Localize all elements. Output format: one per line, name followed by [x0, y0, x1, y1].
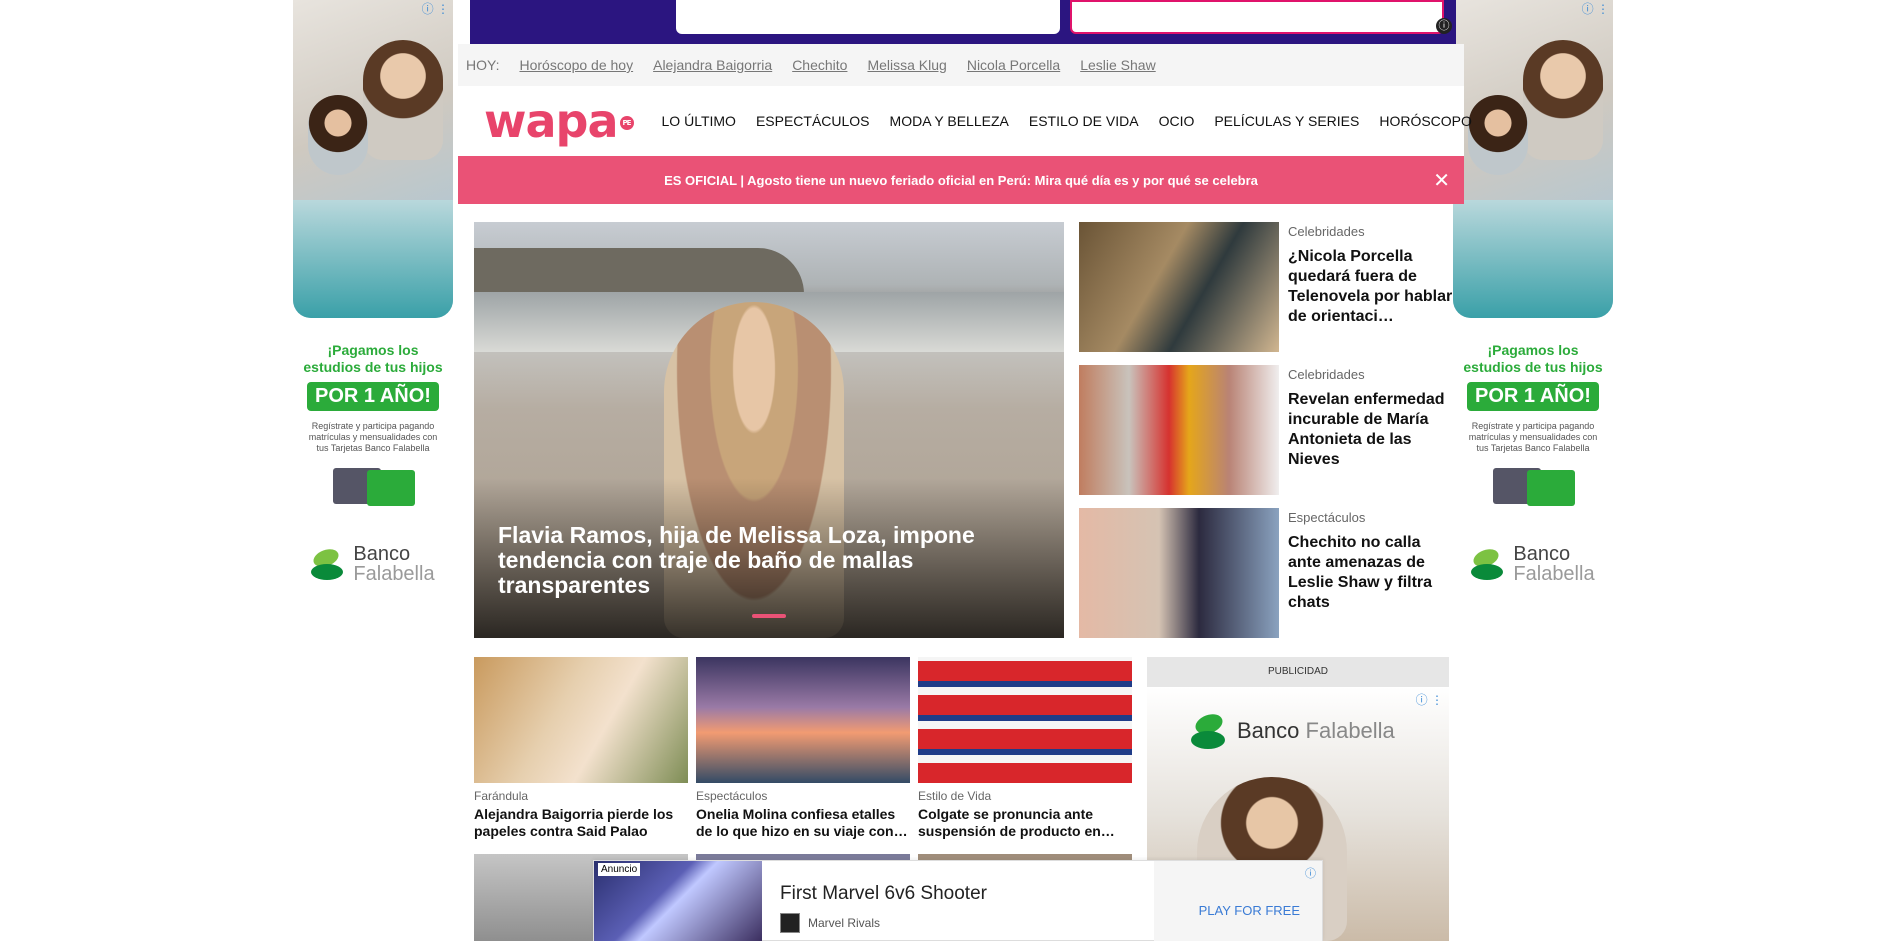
ad-brand: Marvel Rivals [780, 913, 880, 933]
publicidad-label: PUBLICIDAD [1147, 657, 1449, 687]
article-thumbnail[interactable] [1079, 365, 1279, 495]
falabella-leaf-icon [1471, 546, 1507, 582]
list-item[interactable]: Espectáculos Chechito no calla ante amen… [1079, 508, 1455, 638]
article-category[interactable]: Estilo de Vida [918, 789, 1132, 803]
banco-falabella-logo: Banco Falabella [1191, 711, 1395, 751]
ad-info-icon[interactable]: ⓘ ⋮ [422, 0, 449, 17]
ad-headline[interactable]: First Marvel 6v6 Shooter [780, 883, 987, 905]
list-item[interactable]: Celebridades ¿Nicola Porcella quedará fu… [1079, 222, 1455, 352]
nav-item-estilo-vida[interactable]: ESTILO DE VIDA [1029, 113, 1139, 129]
ad-badge: POR 1 AÑO! [307, 382, 439, 411]
main-nav: LO ÚLTIMO ESPECTÁCULOS MODA Y BELLEZA ES… [662, 113, 1472, 129]
list-item[interactable]: Celebridades Revelan enfermedad incurabl… [1079, 365, 1455, 495]
ad-small-text: Regístrate y participa pagando matrícula… [1468, 421, 1598, 453]
ad-tag: Anuncio [598, 863, 641, 876]
ad-line1: ¡Pagamos los [327, 342, 419, 358]
article-thumbnail[interactable] [696, 657, 910, 783]
nav-item-horoscopo[interactable]: HORÓSCOPO [1379, 113, 1472, 129]
ad-info-icon[interactable]: ⓘ [1436, 18, 1452, 34]
article-title[interactable]: Onelia Molina confiesa etalles de lo que… [696, 806, 910, 840]
trending-link[interactable]: Melissa Klug [867, 57, 946, 73]
ad-info-icon[interactable]: ⓘ ⋮ [1416, 691, 1443, 708]
nav-item-espectaculos[interactable]: ESPECTÁCULOS [756, 113, 870, 129]
featured-list: Celebridades ¿Nicola Porcella quedará fu… [1079, 222, 1455, 651]
article-title[interactable]: Chechito no calla ante amenazas de Lesli… [1288, 533, 1455, 613]
article-category[interactable]: Farándula [474, 789, 688, 803]
trending-link[interactable]: Nicola Porcella [967, 57, 1060, 73]
ad-line2: estudios de tus hijos [303, 359, 443, 375]
trending-link[interactable]: Alejandra Baigorria [653, 57, 772, 73]
trending-link[interactable]: Chechito [792, 57, 847, 73]
article-card[interactable]: Espectáculos Onelia Molina confiesa etal… [696, 657, 910, 840]
article-thumbnail[interactable] [1079, 508, 1279, 638]
ad-line2: estudios de tus hijos [1463, 359, 1603, 375]
cards-image [1493, 468, 1575, 508]
nav-item-lo-ultimo[interactable]: LO ÚLTIMO [662, 113, 736, 129]
wapa-logo[interactable]: wapa PE [484, 98, 634, 144]
article-category[interactable]: Espectáculos [1288, 510, 1455, 525]
right-side-ad[interactable]: ⓘ ⋮ ¡Pagamos los estudios de tus hijos P… [1453, 0, 1613, 600]
trending-label: HOY: [466, 57, 500, 73]
banco-falabella-logo: Banco Falabella [1453, 544, 1613, 584]
carousel-indicator[interactable] [752, 614, 786, 618]
article-title[interactable]: Alejandra Baigorria pierde los papeles c… [474, 806, 688, 840]
article-title[interactable]: Colgate se pronuncia ante suspensión de … [918, 806, 1132, 840]
trending-bar: HOY: Horóscopo de hoy Alejandra Baigorri… [458, 44, 1464, 86]
article-title[interactable]: Revelan enfermedad incurable de María An… [1288, 390, 1455, 470]
breaking-news-bar[interactable]: ES OFICIAL | Agosto tiene un nuevo feria… [458, 156, 1464, 204]
top-banner-ad[interactable]: ⓘ [470, 0, 1456, 44]
article-category[interactable]: Celebridades [1288, 367, 1455, 382]
site-header: wapa PE LO ÚLTIMO ESPECTÁCULOS MODA Y BE… [458, 86, 1472, 156]
ad-small-text: Regístrate y participa pagando matrícula… [308, 421, 438, 453]
trending-link[interactable]: Leslie Shaw [1080, 57, 1156, 73]
left-side-ad[interactable]: ⓘ ⋮ ¡Pagamos los estudios de tus hijos P… [293, 0, 453, 600]
article-thumbnail[interactable] [1079, 222, 1279, 352]
article-thumbnail[interactable] [918, 657, 1132, 783]
nav-item-ocio[interactable]: OCIO [1159, 113, 1195, 129]
ad-photo: ⓘ ⋮ [1453, 0, 1613, 318]
article-title[interactable]: ¿Nicola Porcella quedará fuera de Teleno… [1288, 247, 1455, 327]
play-for-free-button[interactable]: PLAY FOR FREE [1199, 903, 1300, 918]
falabella-leaf-icon [1191, 711, 1231, 751]
hero-article[interactable]: Flavia Ramos, hija de Melissa Loza, impo… [474, 222, 1064, 638]
nav-item-peliculas-series[interactable]: PELÍCULAS Y SERIES [1214, 113, 1359, 129]
ad-info-icon[interactable]: ⓘ ⋮ [1582, 0, 1609, 17]
falabella-leaf-icon [311, 546, 347, 582]
ad-photo: ⓘ ⋮ [293, 0, 453, 318]
page: ⓘ ⋮ ¡Pagamos los estudios de tus hijos P… [0, 0, 1902, 941]
brand-logo-icon [780, 913, 800, 933]
nav-item-moda-belleza[interactable]: MODA Y BELLEZA [890, 113, 1009, 129]
close-icon[interactable]: ✕ [1433, 168, 1450, 193]
trending-link[interactable]: Horóscopo de hoy [519, 57, 633, 73]
ad-badge: POR 1 AÑO! [1467, 382, 1599, 411]
ad-line1: ¡Pagamos los [1487, 342, 1579, 358]
breaking-text[interactable]: ES OFICIAL | Agosto tiene un nuevo feria… [664, 173, 1258, 188]
article-category[interactable]: Espectáculos [696, 789, 910, 803]
hero-title[interactable]: Flavia Ramos, hija de Melissa Loza, impo… [498, 523, 1038, 598]
bottom-sticky-ad[interactable]: Anuncio First Marvel 6v6 Shooter Marvel … [593, 860, 1323, 941]
article-card[interactable]: Estilo de Vida Colgate se pronuncia ante… [918, 657, 1132, 840]
article-card[interactable]: Farándula Alejandra Baigorria pierde los… [474, 657, 688, 840]
ad-info-icon[interactable]: ⓘ [1305, 865, 1316, 881]
ad-thumbnail[interactable]: Anuncio [594, 861, 762, 941]
article-thumbnail[interactable] [474, 657, 688, 783]
logo-badge: PE [619, 116, 634, 130]
banco-falabella-logo: Banco Falabella [293, 544, 453, 584]
cards-image [333, 468, 415, 508]
article-category[interactable]: Celebridades [1288, 224, 1455, 239]
